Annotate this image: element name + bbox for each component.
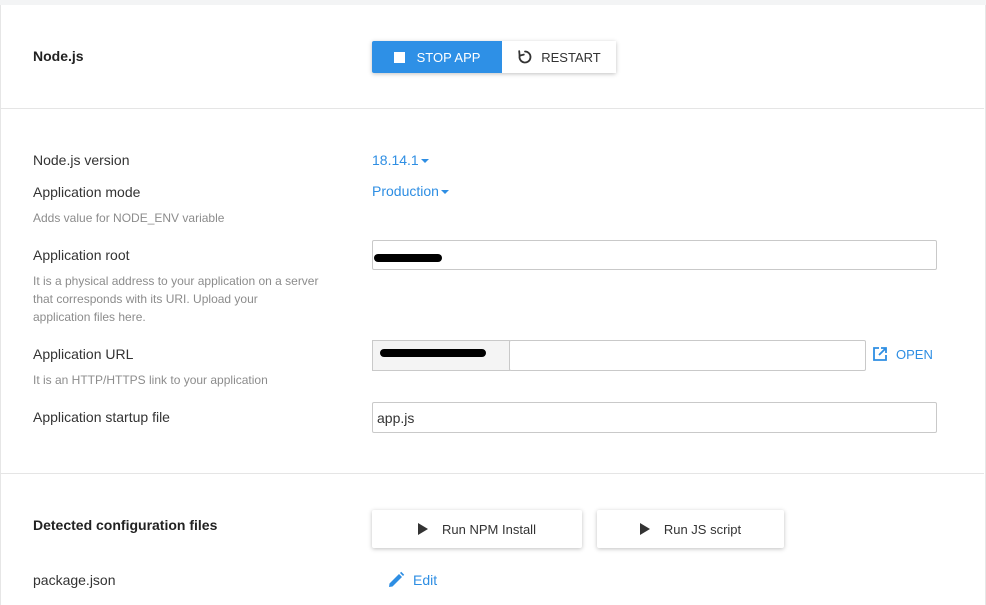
package-json-label: package.json — [33, 572, 116, 588]
restart-button[interactable]: RESTART — [502, 41, 616, 73]
nodejs-version-value: 18.14.1 — [372, 152, 419, 168]
run-npm-install-label: Run NPM Install — [442, 521, 536, 537]
application-mode-label: Application mode — [33, 184, 141, 200]
caret-down-icon — [420, 158, 429, 163]
application-root-hint-3: application files here. — [33, 310, 146, 324]
section-divider — [0, 473, 984, 474]
startup-file-label: Application startup file — [33, 409, 170, 425]
application-url-label: Application URL — [33, 346, 134, 362]
startup-file-input[interactable]: app.js — [372, 402, 937, 433]
application-mode-hint: Adds value for NODE_ENV variable — [33, 211, 225, 225]
restart-icon — [518, 50, 532, 64]
application-root-hint-1: It is a physical address to your applica… — [33, 274, 319, 288]
play-icon — [418, 523, 429, 535]
open-url-label: OPEN — [896, 346, 933, 362]
caret-down-icon — [440, 189, 449, 194]
application-url-hint: It is an HTTP/HTTPS link to your applica… — [33, 373, 268, 387]
config-files-title: Detected configuration files — [33, 517, 218, 533]
edit-package-json-link[interactable]: Edit — [387, 571, 437, 589]
stop-app-button[interactable]: STOP APP — [372, 41, 502, 73]
page-title: Node.js — [33, 48, 84, 64]
stop-icon — [393, 51, 405, 63]
stop-app-label: STOP APP — [416, 49, 481, 65]
nodejs-version-dropdown[interactable]: 18.14.1 — [372, 152, 429, 168]
application-root-label: Application root — [33, 247, 130, 263]
redaction-mark — [374, 254, 442, 262]
edit-label: Edit — [413, 572, 438, 588]
app-control-buttons: STOP APP RESTART — [372, 41, 616, 73]
run-js-script-label: Run JS script — [663, 521, 742, 537]
restart-label: RESTART — [541, 49, 601, 65]
section-divider — [0, 108, 984, 109]
redaction-mark — [380, 349, 486, 357]
application-root-hint-2: that corresponds with its URI. Upload yo… — [33, 292, 258, 306]
play-icon — [639, 523, 650, 535]
nodejs-version-label: Node.js version — [33, 152, 130, 168]
application-mode-value: Production — [372, 183, 439, 199]
application-root-input[interactable] — [372, 240, 937, 270]
pencil-icon — [389, 571, 405, 587]
startup-file-value: app.js — [377, 409, 415, 426]
application-url-input[interactable] — [509, 340, 866, 371]
run-npm-install-button[interactable]: Run NPM Install — [372, 510, 582, 548]
run-js-script-button[interactable]: Run JS script — [597, 510, 784, 548]
external-link-icon — [873, 347, 887, 361]
open-url-link[interactable]: OPEN — [872, 346, 933, 362]
application-mode-dropdown[interactable]: Production — [372, 183, 449, 199]
